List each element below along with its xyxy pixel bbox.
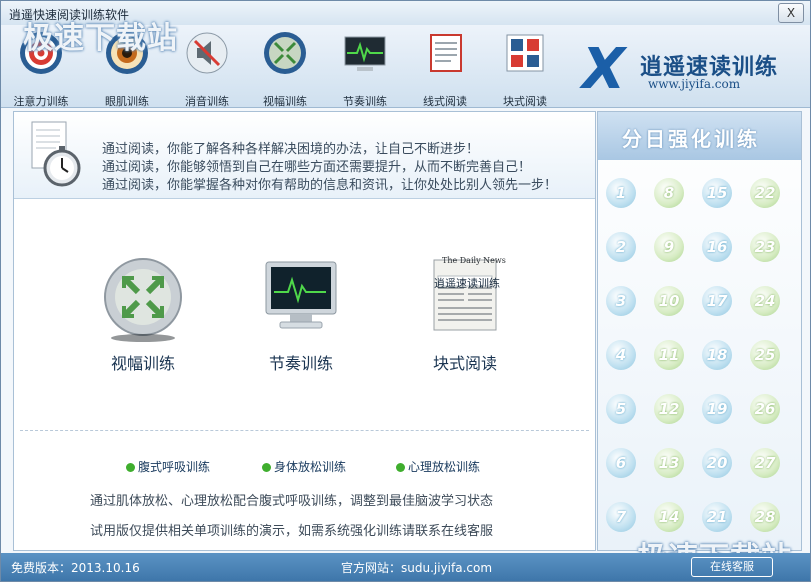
day-13-button[interactable]: 13	[654, 448, 684, 478]
day-11-button[interactable]: 11	[654, 340, 684, 370]
day-2-button[interactable]: 2	[606, 232, 636, 262]
expand-arrows-icon	[104, 258, 182, 342]
day-19-button[interactable]: 19	[702, 394, 732, 424]
daily-training-panel: 分日强化训练 1 8 15 22 2 9 16 23 3 10 17 24 4 11 18 25 5 12 19 26…	[597, 111, 802, 551]
tool-rhythm-label: 节奏训练	[343, 95, 387, 108]
green-dot-icon	[126, 463, 135, 472]
tool-visual-span-label: 视幅训练	[263, 95, 307, 108]
green-dot-icon	[262, 463, 271, 472]
tool-silence-label: 消音训练	[185, 95, 229, 108]
day-12-button[interactable]: 12	[654, 394, 684, 424]
online-support-button[interactable]: 在线客服	[691, 557, 773, 577]
option-mental-relaxation-label: 心理放松训练	[408, 460, 481, 474]
day-23-button[interactable]: 23	[750, 232, 780, 262]
banner-line-3: 通过阅读，你能掌握各种对你有帮助的信息和资讯，让你处处比别人领先一步！	[102, 178, 558, 193]
expand-icon	[264, 32, 306, 74]
tool-visual-span[interactable]: 视幅训练	[249, 31, 321, 109]
day-28-button[interactable]: 28	[750, 502, 780, 532]
heartbeat-monitor-icon	[265, 261, 337, 329]
banner-line-2: 通过阅读，你能够领悟到自己在哪些方面还需要提升，从而不断完善自己！	[102, 160, 532, 175]
status-bar: 免费版本：2013.10.16 官方网站：sudu.jiyifa.com 在线客…	[1, 553, 810, 581]
note-line-1: 通过肌体放松、心理放松配合腹式呼吸训练，调整到最佳脑波学习状态	[90, 494, 494, 509]
option-abdominal-breathing-label: 腹式呼吸训练	[138, 460, 211, 474]
day-9-button[interactable]: 9	[654, 232, 684, 262]
day-5-button[interactable]: 5	[606, 394, 636, 424]
divider	[20, 430, 589, 431]
notepad-icon	[430, 34, 462, 72]
day-15-button[interactable]: 15	[702, 178, 732, 208]
app-window: 逍遥快速阅读训练软件 X 注意力训练 眼肌训练 消音训练 视幅训练 节奏训练 线…	[0, 0, 811, 582]
rhythm-training-button[interactable]: 节奏训练	[226, 252, 376, 374]
tool-line-reading[interactable]: 线式阅读	[409, 31, 481, 109]
day-22-button[interactable]: 22	[750, 178, 780, 208]
option-mental-relaxation[interactable]: 心理放松训练	[396, 458, 480, 475]
option-body-relaxation-label: 身体放松训练	[274, 460, 347, 474]
option-body-relaxation[interactable]: 身体放松训练	[262, 458, 346, 475]
version-text: 免费版本：2013.10.16	[11, 561, 140, 575]
main-panel: 通过阅读，你能了解各种各样解决困境的办法，让自己不断进步！ 通过阅读，你能够领悟…	[13, 111, 596, 551]
daily-training-header: 分日强化训练	[598, 112, 801, 160]
monitor-icon	[344, 36, 386, 71]
brand-logo: X 逍遥速读训练 www.jiyifa.com	[576, 35, 806, 105]
block-reading-button[interactable]: The Daily News 逍遥速读训练 块式阅读	[390, 252, 540, 374]
day-20-button[interactable]: 20	[702, 448, 732, 478]
rhythm-training-label: 节奏训练	[268, 354, 333, 373]
tool-rhythm[interactable]: 节奏训练	[329, 31, 401, 109]
quote-banner: 通过阅读，你能了解各种各样解决困境的办法，让自己不断进步！ 通过阅读，你能够领悟…	[14, 112, 595, 199]
tool-block-reading-label: 块式阅读	[503, 95, 547, 108]
brand-x-mark: X	[582, 37, 626, 102]
day-8-button[interactable]: 8	[654, 178, 684, 208]
banner-line-1: 通过阅读，你能了解各种各样解决困境的办法，让自己不断进步！	[102, 142, 480, 157]
day-1-button[interactable]: 1	[606, 178, 636, 208]
day-14-button[interactable]: 14	[654, 502, 684, 532]
newspaper-title: The Daily News	[442, 256, 506, 265]
day-4-button[interactable]: 4	[606, 340, 636, 370]
day-17-button[interactable]: 17	[702, 286, 732, 316]
tool-attention-label: 注意力训练	[13, 95, 69, 108]
newspaper-card-text: 逍遥速读训练	[434, 277, 500, 290]
day-6-button[interactable]: 6	[606, 448, 636, 478]
visual-span-training-label: 视幅训练	[110, 354, 175, 373]
day-10-button[interactable]: 10	[654, 286, 684, 316]
blocks-icon	[506, 34, 544, 72]
daily-training-title: 分日强化训练	[622, 127, 760, 151]
day-27-button[interactable]: 27	[750, 448, 780, 478]
visual-span-training-button[interactable]: 视幅训练	[68, 252, 218, 374]
close-button[interactable]: X	[778, 3, 804, 23]
day-3-button[interactable]: 3	[606, 286, 636, 316]
watermark-top: 极速下载站	[23, 21, 178, 56]
tool-line-reading-label: 线式阅读	[423, 95, 467, 108]
block-reading-label: 块式阅读	[432, 354, 497, 373]
day-25-button[interactable]: 25	[750, 340, 780, 370]
day-21-button[interactable]: 21	[702, 502, 732, 532]
tool-eye-muscle-label: 眼肌训练	[105, 95, 149, 108]
tool-silence[interactable]: 消音训练	[171, 31, 243, 109]
green-dot-icon	[396, 463, 405, 472]
brand-url: www.jiyifa.com	[648, 77, 741, 91]
newspaper-icon	[433, 259, 497, 331]
mute-icon	[186, 32, 228, 74]
option-abdominal-breathing[interactable]: 腹式呼吸训练	[126, 458, 210, 475]
day-26-button[interactable]: 26	[750, 394, 780, 424]
day-7-button[interactable]: 7	[606, 502, 636, 532]
stopwatch-document-icon	[31, 121, 81, 187]
tool-block-reading[interactable]: 块式阅读	[489, 31, 561, 109]
day-18-button[interactable]: 18	[702, 340, 732, 370]
website-text[interactable]: 官方网站：sudu.jiyifa.com	[341, 559, 492, 576]
note-line-2: 试用版仅提供相关单项训练的演示，如需系统强化训练请联系在线客服	[90, 524, 494, 539]
day-16-button[interactable]: 16	[702, 232, 732, 262]
day-24-button[interactable]: 24	[750, 286, 780, 316]
